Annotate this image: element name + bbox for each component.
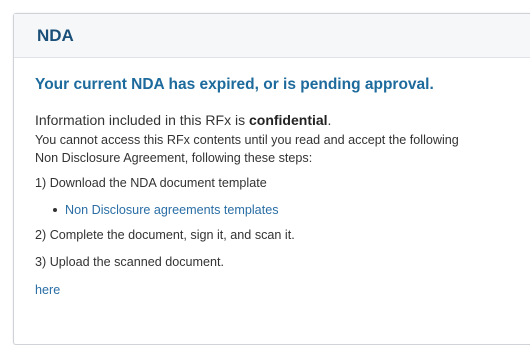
confidential-notice: Information included in this RFx is conf… [35, 112, 530, 128]
step-complete: 2) Complete the document, sign it, and s… [35, 228, 295, 242]
list-item: Non Disclosure agreements templates [53, 202, 530, 218]
nda-templates-link[interactable]: Non Disclosure agreements templates [65, 202, 279, 218]
panel-header: NDA [14, 14, 530, 58]
panel-body: Your current NDA has expired, or is pend… [14, 58, 530, 299]
panel-title: NDA [37, 25, 74, 45]
template-link-list: Non Disclosure agreements templates [35, 202, 530, 218]
nda-status-heading: Your current NDA has expired, or is pend… [35, 76, 434, 93]
access-instructions: You cannot access this RFx contents unti… [35, 131, 530, 167]
upload-here-link[interactable]: here [35, 283, 60, 297]
confidential-suffix: . [327, 112, 332, 128]
step-upload: 3) Upload the scanned document. [35, 255, 225, 269]
step-download: 1) Download the NDA document template [35, 176, 267, 190]
confidential-prefix: Information included in this RFx is [35, 112, 249, 128]
bullet-icon [53, 208, 57, 212]
access-instructions-line1: You cannot access this RFx contents unti… [35, 133, 459, 147]
access-instructions-line2: Non Disclosure Agreement, following thes… [35, 151, 313, 165]
confidential-emphasis: confidential [248, 112, 328, 128]
nda-panel: NDA Your current NDA has expired, or is … [13, 13, 530, 345]
